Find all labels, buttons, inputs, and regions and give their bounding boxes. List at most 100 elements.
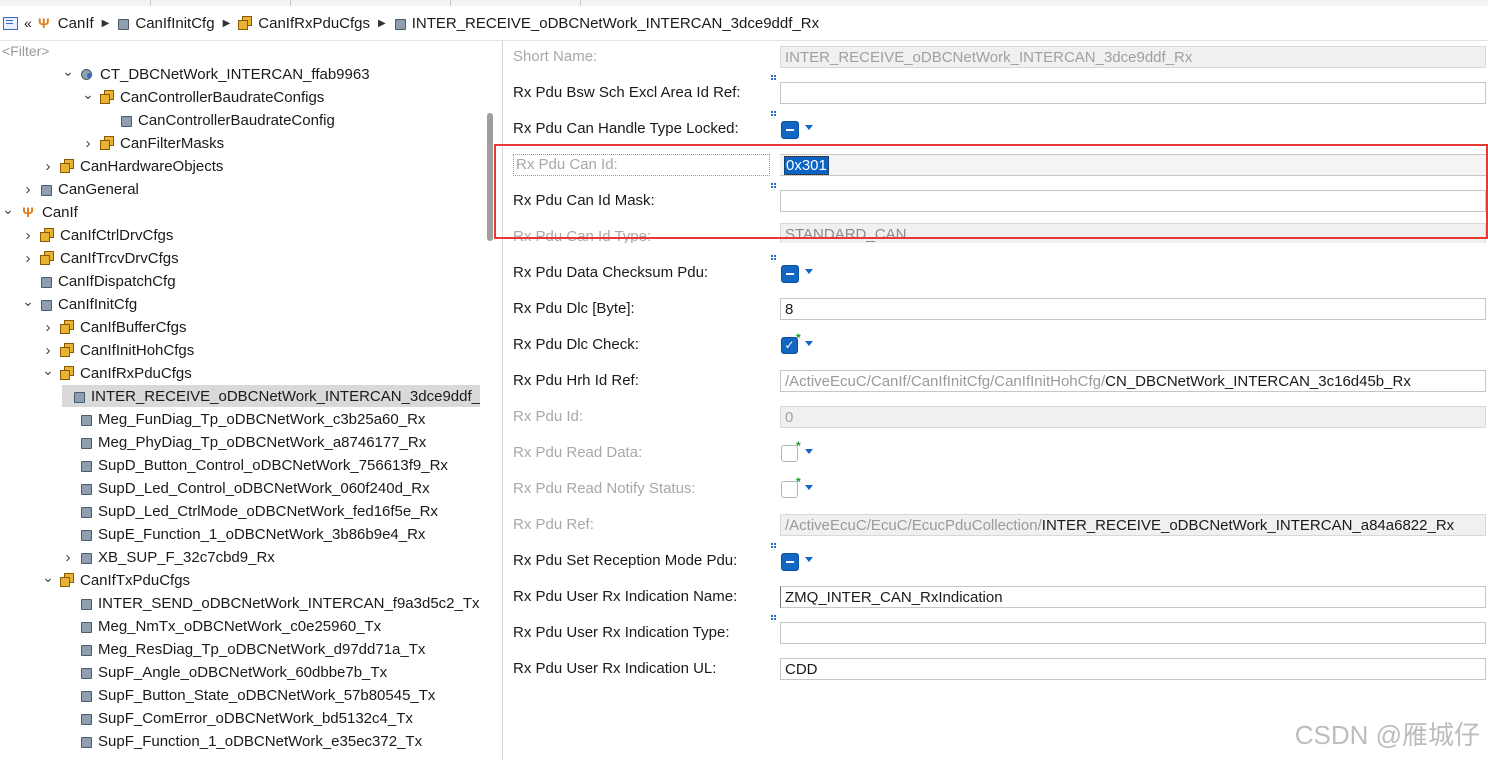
multiplicity-icon[interactable] xyxy=(771,111,777,117)
tree-item[interactable]: › XB_SUP_F_32c7cbd9_Rx xyxy=(62,546,275,568)
tree-item[interactable]: Meg_PhyDiag_Tp_oDBCNetWork_a8746177_Rx xyxy=(62,431,426,453)
tree-item[interactable]: Meg_ResDiag_Tp_oDBCNetWork_d97dd71a_Tx xyxy=(62,638,425,660)
tree-item[interactable]: › CanGeneral xyxy=(22,178,139,200)
breadcrumb-item-canif[interactable]: Ψ CanIf xyxy=(36,15,94,32)
chevron-right-icon[interactable]: › xyxy=(22,181,34,198)
chevron-right-icon[interactable]: › xyxy=(42,158,54,175)
chevron-right-icon[interactable]: ▶ xyxy=(378,18,386,29)
tree-item-label: SupD_Led_Control_oDBCNetWork_060f240d_Rx xyxy=(98,479,430,497)
tree-scrollbar-thumb[interactable] xyxy=(487,113,493,241)
container-icon xyxy=(80,459,92,472)
breadcrumb-item-canifinitcfg[interactable]: CanIfInitCfg xyxy=(117,15,215,32)
filter-input[interactable] xyxy=(0,41,502,61)
tree-item[interactable]: SupD_Led_CtrlMode_oDBCNetWork_fed16f5e_R… xyxy=(62,500,438,522)
chevron-down-icon[interactable]: ⌄ xyxy=(42,569,54,586)
tree-item[interactable]: ⌄ CanIfRxPduCfgs xyxy=(42,362,192,384)
breadcrumb-item-current[interactable]: INTER_RECEIVE_oDBCNetWork_INTERCAN_3dce9… xyxy=(394,15,819,32)
tree-item[interactable]: SupD_Led_Control_oDBCNetWork_060f240d_Rx xyxy=(62,477,430,499)
set-reception-mode-toggle[interactable] xyxy=(781,553,799,571)
default-changed-icon: * xyxy=(796,475,801,489)
hrh-id-ref-target[interactable]: CN_DBCNetWork_INTERCAN_3c16d45b_Rx xyxy=(1105,373,1411,390)
container-icon xyxy=(80,597,92,610)
tree-item[interactable]: › CanIfInitHohCfgs xyxy=(42,339,195,361)
tree-item[interactable]: Meg_NmTx_oDBCNetWork_c0e25960_Tx xyxy=(62,615,381,637)
tree-item[interactable]: ⌄ CT_DBCNetWork_INTERCAN_ffab9963 xyxy=(62,63,369,85)
tree-item[interactable]: INTER_SEND_oDBCNetWork_INTERCAN_f9a3d5c2… xyxy=(62,592,480,614)
breadcrumb-item-canifrxpducfgs[interactable]: CanIfRxPduCfgs xyxy=(238,15,370,32)
tree-item[interactable]: ⌄ CanIfTxPduCfgs xyxy=(42,569,190,591)
can-id-field[interactable]: 0x301 xyxy=(780,154,1486,176)
tree-item[interactable]: INTER_RECEIVE_oDBCNetWork_INTERCAN_3dce9… xyxy=(62,385,480,407)
chevron-right-icon[interactable]: ▶ xyxy=(223,18,231,29)
chevron-right-icon[interactable]: ▶ xyxy=(102,18,110,29)
tree-item[interactable]: SupE_Function_1_oDBCNetWork_3b86b9e4_Rx xyxy=(62,523,425,545)
tree-item[interactable]: SupF_ComError_oDBCNetWork_bd5132c4_Tx xyxy=(62,707,413,729)
default-changed-icon: * xyxy=(796,331,801,345)
tree-item[interactable]: ⌄ Ψ CanIf xyxy=(2,201,78,223)
multiplicity-icon[interactable] xyxy=(771,543,777,549)
chevron-down-icon[interactable] xyxy=(805,125,813,130)
chevron-double-left-icon[interactable]: « xyxy=(24,15,32,31)
form-row-read-data: Rx Pdu Read Data: * xyxy=(503,435,1488,471)
multiplicity-icon[interactable] xyxy=(771,615,777,621)
tree-item[interactable]: › CanIfTrcvDrvCfgs xyxy=(22,247,179,269)
form-row-bsw-sch: Rx Pdu Bsw Sch Excl Area Id Ref: xyxy=(503,75,1488,111)
chevron-down-icon[interactable] xyxy=(805,485,813,490)
tree-item[interactable]: › CanFilterMasks xyxy=(82,132,225,154)
tree-item[interactable]: CanControllerBaudrateConfig xyxy=(102,109,335,131)
multiplicity-icon[interactable] xyxy=(771,183,777,189)
tree-item[interactable]: › CanIfBufferCfgs xyxy=(42,316,187,338)
multiplicity-icon[interactable] xyxy=(771,255,777,261)
container-icon xyxy=(80,735,92,748)
can-id-type-field[interactable]: STANDARD_CAN xyxy=(780,223,1486,243)
tree-item[interactable]: SupF_Angle_oDBCNetWork_60dbbe7b_Tx xyxy=(62,661,387,683)
tree-item[interactable]: › CanHardwareObjects xyxy=(42,155,224,177)
outline-icon[interactable] xyxy=(2,15,20,31)
chevron-down-icon[interactable]: ⌄ xyxy=(2,201,14,218)
indication-type-field[interactable] xyxy=(780,622,1486,644)
short-name-label: Short Name: xyxy=(513,48,598,65)
indication-name-field[interactable]: ZMQ_INTER_CAN_RxIndication xyxy=(780,586,1486,608)
chevron-right-icon[interactable]: › xyxy=(22,227,34,244)
chevron-right-icon[interactable]: › xyxy=(42,342,54,359)
chevron-down-icon[interactable]: ⌄ xyxy=(82,86,94,103)
chevron-down-icon[interactable] xyxy=(805,557,813,562)
can-handle-type-locked-toggle[interactable] xyxy=(781,121,799,139)
pdu-ref-field[interactable]: /ActiveEcuC/EcuC/EcucPduCollection/INTER… xyxy=(780,514,1486,536)
tree-item-label: CanIfInitHohCfgs xyxy=(80,341,195,359)
hrh-id-ref-field[interactable]: /ActiveEcuC/CanIf/CanIfInitCfg/CanIfInit… xyxy=(780,370,1486,392)
can-id-mask-field[interactable] xyxy=(780,190,1486,212)
chevron-down-icon[interactable]: ⌄ xyxy=(42,362,54,379)
form-row-can-id-type: Rx Pdu Can Id Type: STANDARD_CAN xyxy=(503,219,1488,243)
short-name-field[interactable]: INTER_RECEIVE_oDBCNetWork_INTERCAN_3dce9… xyxy=(780,46,1486,68)
container-icon xyxy=(80,505,92,518)
chevron-down-icon[interactable] xyxy=(805,341,813,346)
tree-item-label: SupF_Angle_oDBCNetWork_60dbbe7b_Tx xyxy=(98,663,388,681)
pdu-ref-target[interactable]: INTER_RECEIVE_oDBCNetWork_INTERCAN_a84a6… xyxy=(1042,517,1454,534)
tree-item[interactable]: SupF_Button_State_oDBCNetWork_57b80545_T… xyxy=(62,684,435,706)
multiplicity-icon[interactable] xyxy=(771,75,777,81)
tree-item[interactable]: ⌄ CanIfInitCfg xyxy=(22,293,137,315)
tree-item[interactable]: CanIfDispatchCfg xyxy=(22,270,176,292)
chevron-down-icon[interactable]: ⌄ xyxy=(22,293,34,310)
can-id-value: 0x301 xyxy=(784,156,829,175)
chevron-right-icon[interactable]: › xyxy=(42,319,54,336)
tree-item[interactable]: ⌄ CanControllerBaudrateConfigs xyxy=(82,86,324,108)
chevron-right-icon[interactable]: › xyxy=(22,250,34,267)
chevron-down-icon[interactable] xyxy=(805,269,813,274)
chevron-right-icon[interactable]: › xyxy=(62,549,74,566)
tree-item[interactable]: › CanIfCtrlDrvCfgs xyxy=(22,224,174,246)
indication-ul-field[interactable]: CDD xyxy=(780,658,1486,680)
pdu-ref-path: /ActiveEcuC/EcuC/EcucPduCollection/ xyxy=(785,517,1042,534)
tree-item[interactable]: Meg_FunDiag_Tp_oDBCNetWork_c3b25a60_Rx xyxy=(62,408,425,430)
data-checksum-pdu-toggle[interactable] xyxy=(781,265,799,283)
chevron-down-icon[interactable]: ⌄ xyxy=(62,63,74,80)
bsw-sch-field[interactable] xyxy=(780,82,1486,104)
chevron-down-icon[interactable] xyxy=(805,449,813,454)
tree-item[interactable]: SupD_Button_Control_oDBCNetWork_756613f9… xyxy=(62,454,448,476)
chevron-right-icon[interactable]: › xyxy=(82,135,94,152)
container-icon xyxy=(40,298,52,311)
dlc-field[interactable]: 8 xyxy=(780,298,1486,320)
pdu-id-field[interactable]: 0 xyxy=(780,406,1486,428)
tree-item[interactable]: SupF_Function_1_oDBCNetWork_e35ec372_Tx xyxy=(62,730,422,752)
